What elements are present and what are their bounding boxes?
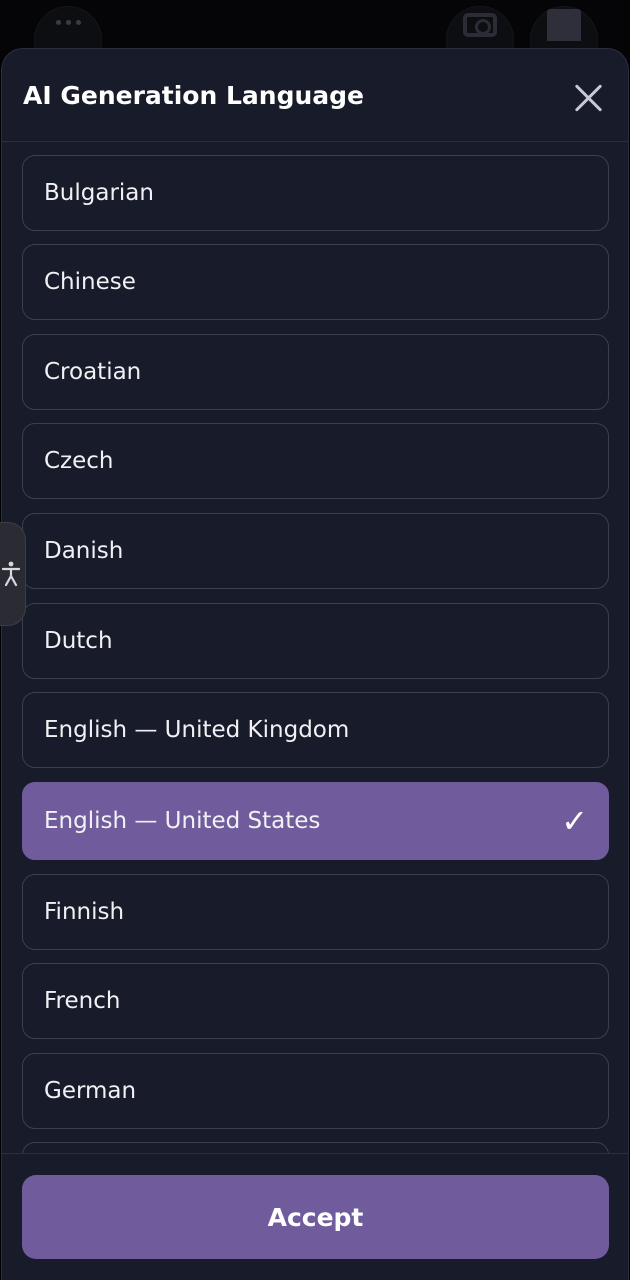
language-option-label: Croatian [44,359,142,385]
language-option[interactable]: German [22,1053,609,1129]
language-option[interactable]: Chinese [22,244,609,320]
language-option[interactable]: Czech [22,423,609,499]
language-option-label: English — United Kingdom [44,717,350,743]
accessibility-icon [1,561,20,587]
accept-button-label: Accept [267,1202,364,1232]
dialog-title: AI Generation Language [23,81,364,110]
checkmark-icon: ✓ [561,802,588,840]
book-icon [547,9,581,41]
language-option-label: English — United States [44,808,321,834]
more-dots-icon [55,19,81,25]
language-option-label: Dutch [44,628,113,654]
dialog-header: AI Generation Language [2,49,628,142]
language-option-label: Bulgarian [44,180,154,206]
language-option[interactable]: English — United States ✓ [22,782,609,860]
close-icon[interactable] [568,78,608,118]
language-option[interactable]: French [22,963,609,1039]
language-option-label: Danish [44,538,124,564]
language-option[interactable]: Croatian [22,334,609,410]
language-list[interactable]: Bulgarian Chinese Croatian Czech Danish Dutch… [22,155,610,1157]
language-option-label: Finnish [44,899,125,925]
language-option-label: Czech [44,448,114,474]
language-option[interactable]: Bulgarian [22,155,609,231]
language-option[interactable]: English — United Kingdom [22,692,609,768]
language-option[interactable]: Dutch [22,603,609,679]
language-option-label: German [44,1078,137,1104]
language-option[interactable]: Finnish [22,874,609,950]
dialog-footer: Accept [2,1153,628,1280]
language-dialog: AI Generation Language Bulgarian Chinese C… [1,48,629,1280]
language-option-label: French [44,988,121,1014]
accept-button[interactable]: Accept [22,1175,609,1259]
language-option[interactable]: Danish [22,513,609,589]
language-option-label: Chinese [44,269,136,295]
accessibility-tab[interactable] [0,522,26,626]
camera-icon [463,13,497,37]
